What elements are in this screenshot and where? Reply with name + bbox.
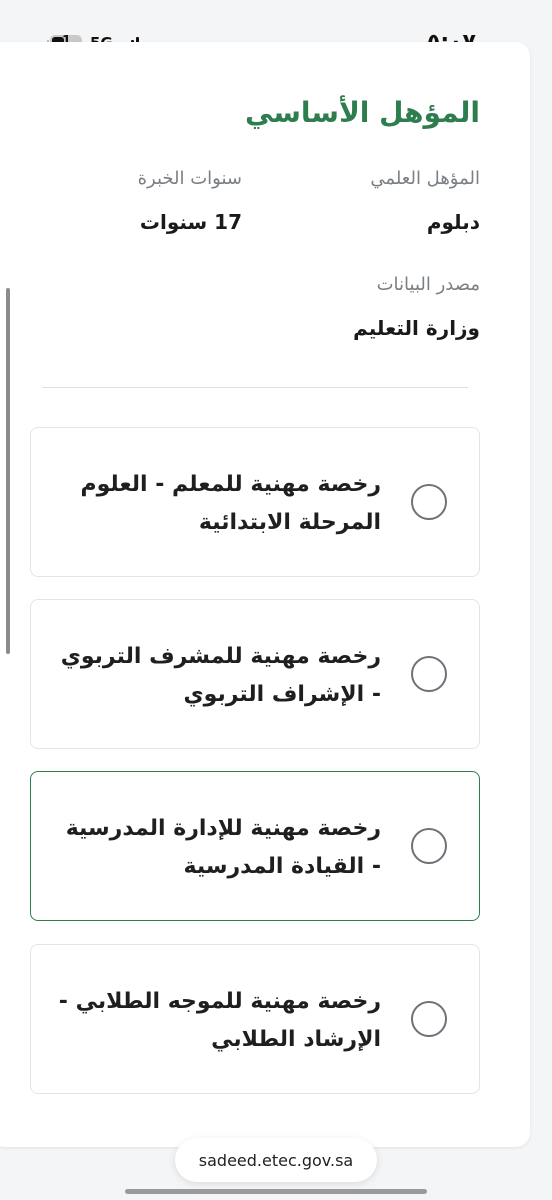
radio-button[interactable] bbox=[411, 1001, 447, 1037]
experience-label: سنوات الخبرة bbox=[137, 168, 242, 189]
radio-button[interactable] bbox=[411, 828, 447, 864]
experience-value: 17 سنوات bbox=[139, 210, 242, 234]
url-text: sadeed.etec.gov.sa bbox=[198, 1150, 354, 1170]
home-indicator[interactable] bbox=[125, 1189, 427, 1194]
license-option-label: رخصة مهنية للمشرف التربوي - الإشراف التر… bbox=[60, 644, 381, 707]
license-option-label: رخصة مهنية للإدارة المدرسية - القيادة ال… bbox=[65, 816, 381, 879]
degree-field: المؤهل العلمي دبلوم bbox=[370, 167, 480, 235]
degree-label: المؤهل العلمي bbox=[370, 168, 480, 189]
section-title: المؤهل الأساسي bbox=[245, 96, 480, 129]
source-value: وزارة التعليم bbox=[353, 316, 480, 340]
license-option-school-admin[interactable]: رخصة مهنية للإدارة المدرسية - القيادة ال… bbox=[30, 771, 480, 921]
scrollbar[interactable] bbox=[6, 288, 10, 654]
divider bbox=[42, 387, 468, 388]
radio-button[interactable] bbox=[411, 656, 447, 692]
source-field: مصدر البيانات وزارة التعليم bbox=[353, 273, 480, 341]
license-option-label: رخصة مهنية للمعلم - العلوم المرحلة الابت… bbox=[80, 472, 381, 535]
license-option-student-counselor[interactable]: رخصة مهنية للموجه الطلابي - الإرشاد الطل… bbox=[30, 944, 480, 1094]
degree-value: دبلوم bbox=[426, 210, 480, 234]
license-option-teacher[interactable]: رخصة مهنية للمعلم - العلوم المرحلة الابت… bbox=[30, 427, 480, 577]
source-label: مصدر البيانات bbox=[376, 274, 480, 295]
radio-button[interactable] bbox=[411, 484, 447, 520]
browser-url-bar[interactable]: sadeed.etec.gov.sa bbox=[175, 1138, 377, 1182]
experience-field: سنوات الخبرة 17 سنوات bbox=[138, 167, 242, 235]
license-option-label: رخصة مهنية للموجه الطلابي - الإرشاد الطل… bbox=[58, 989, 381, 1052]
license-option-supervisor[interactable]: رخصة مهنية للمشرف التربوي - الإشراف التر… bbox=[30, 599, 480, 749]
